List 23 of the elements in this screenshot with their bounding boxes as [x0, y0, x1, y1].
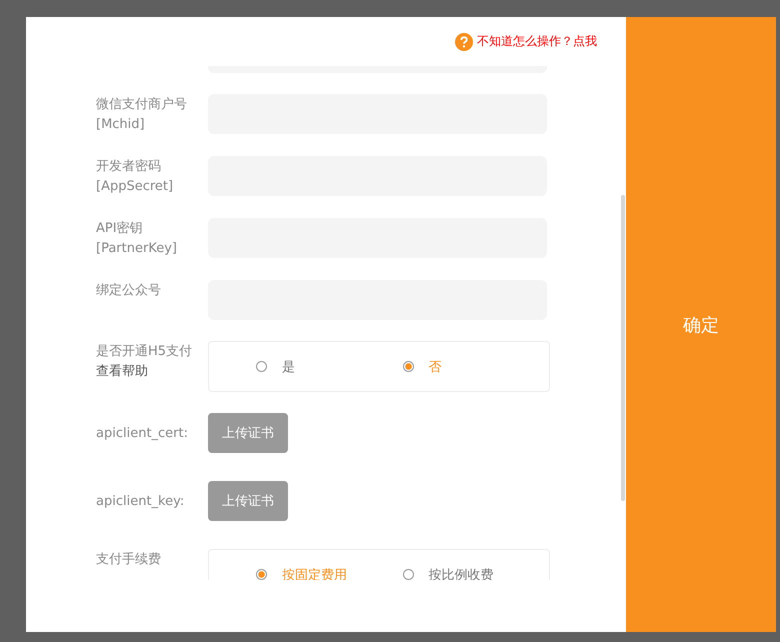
field-label: apiclient_cert: — [96, 424, 190, 442]
question-icon — [455, 32, 473, 50]
scrollbar[interactable] — [621, 195, 625, 501]
radio-button[interactable] — [402, 361, 414, 372]
field-label: 支付手续费 — [96, 551, 162, 569]
radio-option[interactable]: 按固定费用 — [256, 566, 402, 580]
field-label: 微信支付商户号 [Mchid] — [96, 96, 188, 134]
radio-option[interactable]: 是 — [256, 358, 402, 376]
field-label: API密钥 [PartnerKey] — [96, 220, 178, 258]
help-link[interactable]: 不知道怎么操作？点我 — [455, 32, 597, 50]
radio-button[interactable] — [256, 569, 267, 580]
radio-option[interactable]: 否 — [402, 358, 549, 376]
help-link[interactable]: 查看帮助 — [96, 362, 208, 382]
field-label: 是否开通H5支付 — [96, 343, 194, 361]
field-label: 绑定公众号 — [96, 282, 162, 300]
upload-button[interactable]: 上传证书 — [208, 413, 288, 453]
radio-option[interactable]: 按比例收费 — [402, 566, 549, 580]
confirm-button[interactable]: 确定 — [626, 17, 776, 632]
field-label: apiclient_key: — [96, 492, 186, 510]
radio-button[interactable] — [256, 361, 267, 372]
field-label: 开发者密码 [AppSecret] — [96, 158, 174, 196]
radio-button[interactable] — [402, 569, 414, 580]
upload-button[interactable]: 上传证书 — [208, 481, 288, 521]
